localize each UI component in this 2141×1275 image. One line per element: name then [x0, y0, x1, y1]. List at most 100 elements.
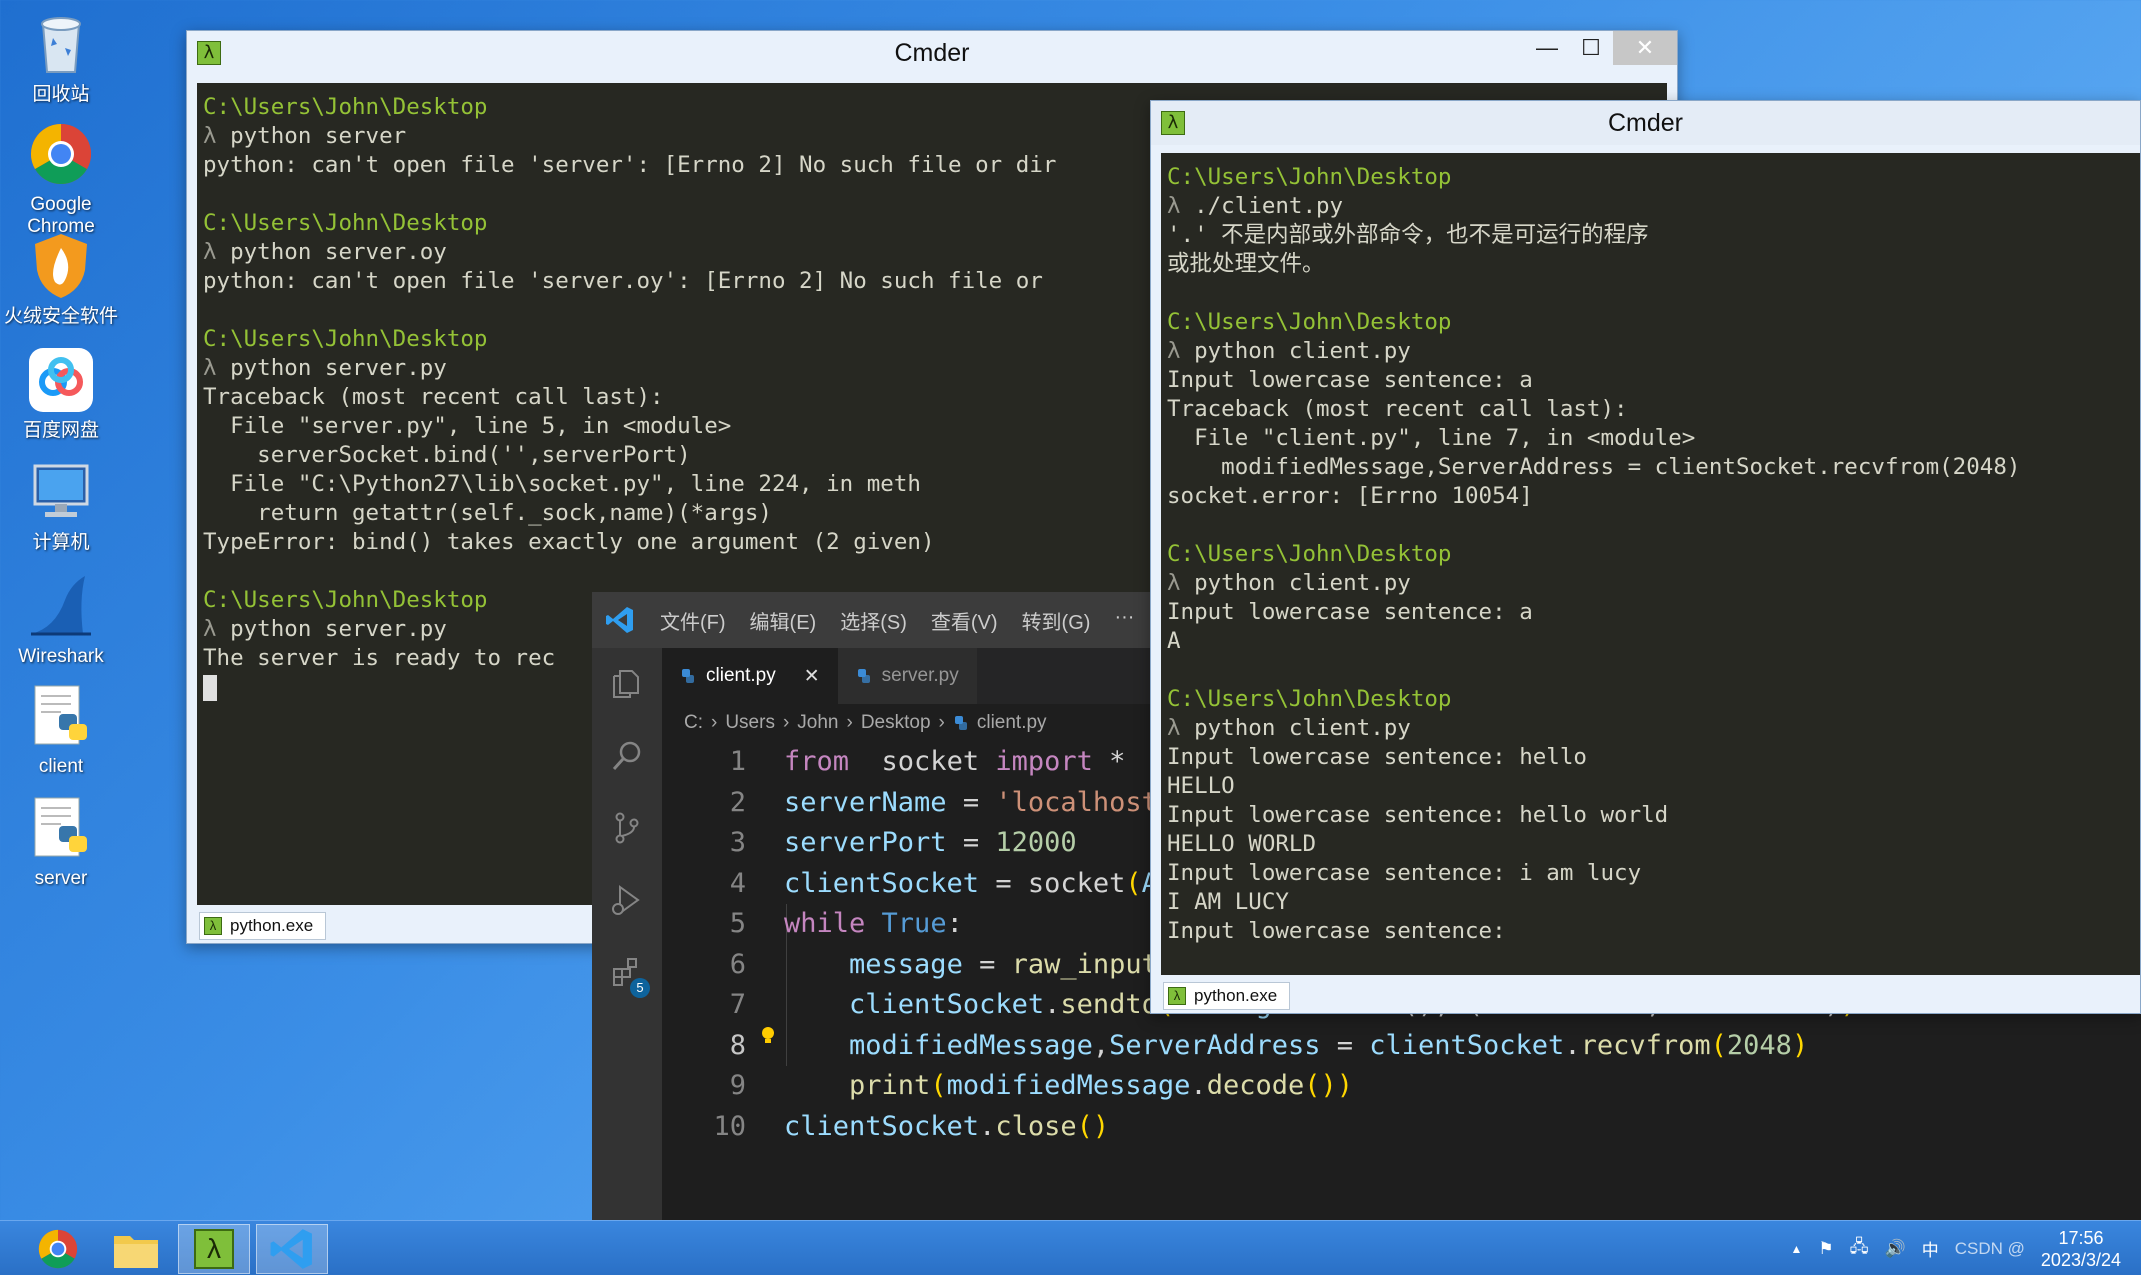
text-cursor	[203, 674, 217, 701]
vscode-logo-icon	[270, 1229, 312, 1269]
breadcrumb-item[interactable]: Users	[725, 712, 775, 734]
lambda-prompt-icon: λ	[203, 239, 231, 265]
desktop-icon-baidu-netdisk[interactable]: 百度网盘	[0, 344, 122, 442]
show-hidden-icons-button[interactable]: ▲	[1790, 1242, 1802, 1256]
desktop-icon-server[interactable]: server	[0, 792, 122, 890]
title-bar[interactable]: λ Cmder	[1151, 101, 2140, 145]
taskbar-file-explorer[interactable]	[100, 1224, 172, 1274]
console-line: λ python client.py	[1167, 569, 2140, 598]
console-line: C:\Users\John\Desktop	[1167, 540, 2140, 569]
console-tab-label: python.exe	[230, 916, 314, 935]
cmder-lambda-icon: λ	[1168, 987, 1186, 1005]
recycle-bin-icon	[25, 8, 97, 80]
breadcrumb-item[interactable]: client.py	[977, 712, 1047, 734]
desktop-icon-huorong[interactable]: 火绒安全软件	[0, 230, 122, 328]
code-token: clientSocket	[849, 989, 1045, 1020]
tab-server-py[interactable]: server.py	[837, 648, 977, 704]
clock[interactable]: 17:56 2023/3/24	[2041, 1227, 2121, 1271]
desktop-icon-google-chrome[interactable]: Google Chrome	[0, 118, 122, 238]
code-text: serverPort = 12000	[784, 823, 1077, 864]
wireshark-fin-icon	[25, 570, 97, 642]
network-icon[interactable]: 🖧	[1850, 1234, 1869, 1263]
console-line-text: python client.py	[1194, 715, 1411, 741]
console-line-text: python server.oy	[230, 239, 447, 265]
desktop-icon-wireshark[interactable]: Wireshark	[0, 570, 122, 668]
console-line-text: C:\Users\John\Desktop	[1167, 164, 1452, 190]
maximize-button[interactable]: ☐	[1569, 31, 1613, 65]
code-token: =	[1320, 1029, 1370, 1061]
console-tab[interactable]: λ python.exe	[1163, 982, 1291, 1010]
tab-client-py[interactable]: client.py ✕	[662, 648, 838, 704]
search-icon[interactable]	[592, 720, 662, 792]
menu-item[interactable]: 编辑(E)	[738, 606, 829, 635]
line-number: 10	[713, 1110, 746, 1142]
console-line: modifiedMessage,ServerAddress = clientSo…	[1167, 453, 2140, 482]
console-line-text: Input lowercase sentence: a	[1167, 599, 1533, 625]
code-token: 'localhost'	[995, 786, 1175, 818]
console-line-text: Traceback (most recent call last):	[1167, 396, 1628, 422]
menu-item[interactable]: 文件(F)	[648, 606, 738, 635]
minimize-button[interactable]: —	[1525, 31, 1569, 65]
chevron-right-icon: ›	[846, 712, 853, 733]
desktop-icon-client[interactable]: client	[0, 680, 122, 778]
code-text: print(modifiedMessage.decode())	[784, 1066, 1353, 1107]
status-bar: λ python.exe	[1161, 979, 2140, 1013]
code-token: =	[946, 827, 996, 858]
chrome-icon	[25, 118, 97, 190]
breadcrumb-item[interactable]: Desktop	[861, 712, 931, 734]
console-line: File "client.py", line 7, in <module>	[1167, 424, 2140, 453]
extensions-icon[interactable]: 5	[592, 936, 662, 1008]
console-line: Input lowercase sentence:	[1167, 917, 2140, 946]
taskbar-cmder[interactable]: λ	[178, 1224, 250, 1274]
console-line-text: C:\Users\John\Desktop	[1167, 541, 1452, 567]
console-line-text: I AM LUCY	[1167, 889, 1289, 915]
console-line: 或批处理文件。	[1167, 250, 2140, 279]
explorer-icon[interactable]	[592, 648, 662, 720]
desktop-icon-computer[interactable]: 计算机	[0, 456, 122, 554]
line-number: 1	[729, 746, 746, 777]
console-line: HELLO WORLD	[1167, 830, 2140, 859]
python-icon	[856, 668, 872, 684]
console-line-text: Input lowercase sentence:	[1167, 918, 1506, 944]
code-token: =	[946, 786, 996, 818]
console-output[interactable]: C:\Users\John\Desktop λ ./client.py '.' 不是…	[1161, 153, 2140, 975]
close-tab-icon[interactable]: ✕	[804, 665, 820, 688]
code-token: sendto	[1060, 989, 1158, 1020]
title-bar[interactable]: λ Cmder — ☐ ✕	[187, 31, 1677, 75]
volume-icon[interactable]: 🔊	[1885, 1239, 1906, 1259]
code-token: =	[979, 867, 1028, 899]
run-debug-icon[interactable]	[592, 864, 662, 936]
code-token: socket	[849, 746, 996, 777]
taskbar-vscode[interactable]	[256, 1224, 328, 1274]
code-token: :	[946, 908, 963, 939]
menu-item[interactable]: 查看(V)	[919, 606, 1010, 635]
taskbar-chrome[interactable]	[22, 1224, 94, 1274]
source-control-icon[interactable]	[592, 792, 662, 864]
console-line-text: python: can't open file 'server': [Errno…	[203, 152, 1057, 178]
code-token: clientSocket	[1369, 1029, 1565, 1061]
flag-icon[interactable]: ⚑	[1818, 1239, 1833, 1259]
code-token: ()	[1304, 1070, 1337, 1101]
close-button[interactable]: ✕	[1613, 31, 1677, 65]
breadcrumb-item[interactable]: John	[797, 712, 838, 734]
menu-item[interactable]: ···	[1102, 606, 1146, 635]
extensions-badge: 5	[630, 978, 650, 998]
code-token: .	[1190, 1070, 1207, 1101]
console-line-text: return getattr(self._sock,name)(*args)	[203, 500, 772, 526]
cmder-window-client[interactable]: λ Cmder C:\Users\John\Desktop λ ./client.…	[1150, 100, 2141, 1014]
console-line: I AM LUCY	[1167, 888, 2140, 917]
desktop-icon-label: server	[34, 868, 88, 889]
menu-item[interactable]: 转到(G)	[1010, 606, 1103, 635]
code-token: modifiedMessage	[946, 1070, 1191, 1101]
input-method-icon[interactable]: 中	[1922, 1236, 1939, 1261]
breadcrumb-item[interactable]: C:	[684, 712, 703, 734]
menu-item[interactable]: 选择(S)	[828, 606, 919, 635]
console-tab[interactable]: λ python.exe	[199, 912, 327, 940]
console-line-text: HELLO	[1167, 773, 1235, 799]
breadcrumb: C: › Users › John › Desktop › client.py	[684, 704, 1047, 742]
desktop-icon-label: Wireshark	[18, 646, 104, 667]
desktop-icon-recycle-bin[interactable]: 回收站	[0, 8, 122, 106]
